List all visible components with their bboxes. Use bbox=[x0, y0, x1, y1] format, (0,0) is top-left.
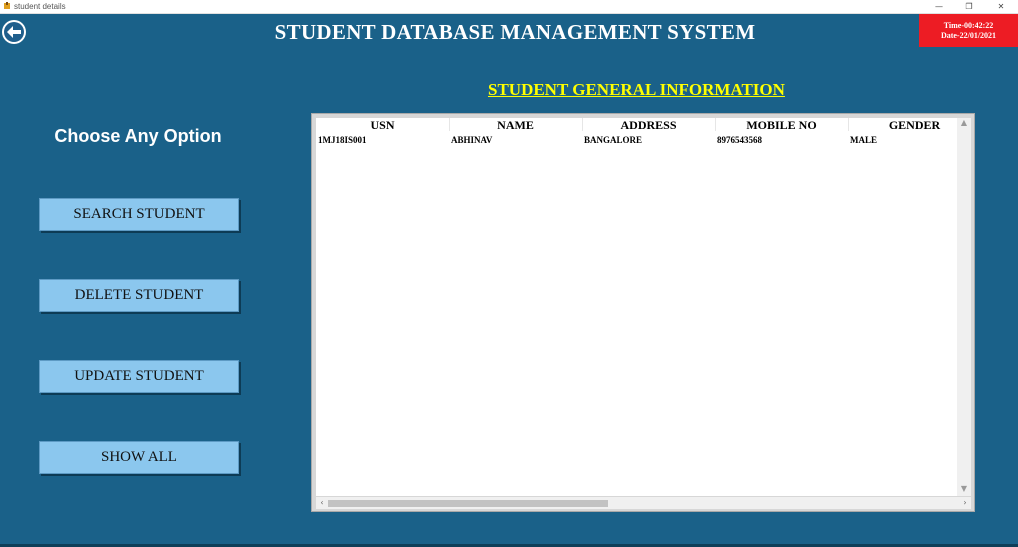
column-header-gender[interactable]: GENDER bbox=[848, 118, 971, 132]
horizontal-scroll-thumb[interactable] bbox=[328, 500, 608, 507]
scroll-up-icon[interactable]: ▲ bbox=[957, 118, 971, 130]
time-text: Time-00:42:22 bbox=[943, 20, 994, 30]
column-header-mobile[interactable]: MOBILE NO bbox=[715, 118, 849, 132]
cell-gender: MALE bbox=[850, 135, 877, 145]
column-header-usn[interactable]: USN bbox=[316, 118, 450, 132]
table-header: USN NAME ADDRESS MOBILE NO GENDER bbox=[316, 118, 971, 132]
restore-button[interactable]: ❐ bbox=[954, 0, 984, 13]
app-icon bbox=[4, 2, 10, 9]
column-header-name[interactable]: NAME bbox=[449, 118, 583, 132]
vertical-scrollbar[interactable]: ▲ ▼ bbox=[957, 118, 971, 496]
show-all-button[interactable]: SHOW ALL bbox=[39, 441, 239, 474]
date-text: Date-22/01/2021 bbox=[940, 30, 997, 40]
cell-address: BANGALORE bbox=[584, 135, 643, 145]
window-titlebar: student details — ❐ ✕ bbox=[0, 0, 1018, 14]
minimize-button[interactable]: — bbox=[924, 0, 954, 13]
close-button[interactable]: ✕ bbox=[986, 0, 1016, 13]
clock-badge: Time-00:42:22 Date-22/01/2021 bbox=[919, 14, 1018, 47]
cell-name: ABHINAV bbox=[451, 135, 493, 145]
scroll-left-icon[interactable]: ‹ bbox=[316, 497, 328, 509]
scroll-right-icon[interactable]: › bbox=[959, 497, 971, 509]
delete-student-button[interactable]: DELETE STUDENT bbox=[39, 279, 239, 312]
update-student-button[interactable]: UPDATE STUDENT bbox=[39, 360, 239, 393]
search-student-button[interactable]: SEARCH STUDENT bbox=[39, 198, 239, 231]
student-table[interactable]: USN NAME ADDRESS MOBILE NO GENDER 1MJ18I… bbox=[311, 113, 975, 512]
cell-mobile: 8976543568 bbox=[717, 135, 762, 145]
options-heading: Choose Any Option bbox=[54, 126, 222, 146]
scroll-down-icon[interactable]: ▼ bbox=[957, 484, 971, 496]
horizontal-scrollbar[interactable]: ‹ › bbox=[316, 497, 971, 509]
cell-usn: 1MJ18IS001 bbox=[318, 135, 367, 145]
page-title: STUDENT DATABASE MANAGEMENT SYSTEM bbox=[274, 20, 756, 44]
column-header-address[interactable]: ADDRESS bbox=[582, 118, 716, 132]
table-body[interactable]: USN NAME ADDRESS MOBILE NO GENDER 1MJ18I… bbox=[316, 118, 971, 496]
window-title: student details bbox=[14, 2, 66, 11]
section-title: STUDENT GENERAL INFORMATION bbox=[488, 80, 785, 99]
